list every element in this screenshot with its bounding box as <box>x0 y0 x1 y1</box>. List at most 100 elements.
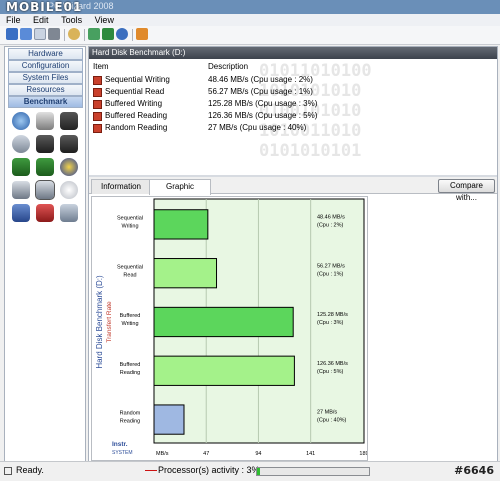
l2-cache-icon[interactable] <box>60 135 78 153</box>
status-bar: Ready. Processor(s) activity : 3% #6646 <box>0 461 500 481</box>
x-tick-label: 47 <box>203 451 209 457</box>
data-label: 125.28 MB/s <box>317 312 348 318</box>
tab-information[interactable]: Information <box>91 179 151 194</box>
hardware-icon[interactable] <box>88 28 100 40</box>
item-name: Sequential Writing <box>105 75 170 84</box>
bar <box>153 404 185 435</box>
cache-icon[interactable] <box>12 135 30 153</box>
data-label: (Cpu : 40%) <box>317 418 347 424</box>
nav-resources[interactable]: Resources <box>8 84 83 96</box>
cdrom-icon[interactable] <box>60 181 78 199</box>
refresh-icon[interactable] <box>102 28 114 40</box>
watermark: #6646 <box>454 464 494 477</box>
menu-tools[interactable]: Tools <box>61 14 82 26</box>
data-label: 56.27 MB/s <box>317 263 345 269</box>
category-label: Buffered <box>120 313 141 319</box>
menu-bar: File Edit Tools View <box>0 14 500 26</box>
main-panel: Hard Disk Benchmark (D:) 01011010100 1010… <box>88 46 498 462</box>
bar <box>153 258 218 289</box>
item-description: 125.28 MB/s (Cpu usage : 3%) <box>208 99 318 108</box>
memory-icon[interactable] <box>36 158 54 176</box>
l1-cache-icon[interactable] <box>36 135 54 153</box>
category-label: Reading <box>120 370 141 376</box>
help-icon[interactable] <box>116 28 128 40</box>
chart-svg: Sequential Writing 48.46 MB/s (Cpu : 2%) Seq… <box>95 198 369 457</box>
column-header-description: Description <box>208 62 249 71</box>
benchmark-item-icon <box>93 76 102 85</box>
brand-sublabel: SYSTEM <box>112 450 133 456</box>
cpu-benchmark-icon[interactable] <box>12 112 30 130</box>
category-label: Writing <box>121 321 138 327</box>
item-description: 27 MB/s (Cpu usage : 40%) <box>208 123 307 132</box>
bar <box>153 355 295 386</box>
category-label: Buffered <box>120 362 141 368</box>
category-label: Writing <box>121 223 138 229</box>
x-tick-label: 141 <box>306 451 315 457</box>
item-name: Random Reading <box>105 123 168 132</box>
copy-icon[interactable] <box>34 28 46 40</box>
toolbar <box>0 26 500 45</box>
search-icon[interactable] <box>68 28 80 40</box>
menu-edit[interactable]: Edit <box>33 14 49 26</box>
data-label: (Cpu : 3%) <box>317 320 343 326</box>
menu-view[interactable]: View <box>95 14 114 26</box>
logo: MOBILE01 <box>6 0 83 14</box>
panel-header: Hard Disk Benchmark (D:) <box>89 47 497 59</box>
category-label: Reading <box>120 419 141 425</box>
print-icon[interactable] <box>48 28 60 40</box>
video-icon[interactable] <box>60 158 78 176</box>
category-label: Sequential <box>117 264 143 270</box>
mp3-icon[interactable] <box>36 204 54 222</box>
processor-activity-icon <box>145 470 157 471</box>
toolbar-separator <box>64 29 65 41</box>
item-name: Buffered Reading <box>105 111 168 120</box>
category-label: Read <box>123 272 136 278</box>
item-name: Sequential Read <box>105 87 165 96</box>
data-label: (Cpu : 2%) <box>317 223 343 229</box>
category-label: Random <box>120 411 141 417</box>
benchmark-item-icon <box>93 100 102 109</box>
hard-disk-icon[interactable] <box>12 181 30 199</box>
tab-graphic[interactable]: Graphic <box>149 179 211 195</box>
toolbar-separator <box>132 29 133 41</box>
y-axis-label: Transfert Rate <box>106 301 113 343</box>
save-icon[interactable] <box>6 28 18 40</box>
bar <box>153 209 209 240</box>
compare-with-button[interactable]: Compare with... <box>438 179 495 202</box>
benchmark-item-icon <box>93 112 102 121</box>
category-label: Sequential <box>117 215 143 221</box>
item-description: 126.36 MB/s (Cpu usage : 5%) <box>208 111 318 120</box>
item-name: Buffered Writing <box>105 99 163 108</box>
item-description: 48.46 MB/s (Cpu usage : 2%) <box>208 75 313 84</box>
nav-configuration[interactable]: Configuration <box>8 60 83 72</box>
hard-disk-selected-icon[interactable] <box>35 180 55 200</box>
panel-title: Hard Disk Benchmark (D:) <box>92 48 186 57</box>
tab-strip: Information Graphic Compare with... <box>89 177 497 202</box>
data-label: (Cpu : 1%) <box>317 271 343 277</box>
status-ready: Ready. <box>16 465 44 475</box>
compression-icon[interactable] <box>60 204 78 222</box>
drive-benchmark-icon[interactable] <box>36 112 54 130</box>
processor-activity-label: Processor(s) activity : 3% <box>158 465 260 475</box>
home-icon[interactable] <box>136 28 148 40</box>
x-tick-label: MB/s <box>156 451 169 457</box>
bar <box>153 306 294 338</box>
left-panel: Hardware Configuration System Files Reso… <box>4 46 86 462</box>
benchmark-item-icon <box>93 88 102 97</box>
save-all-icon[interactable] <box>20 28 32 40</box>
data-label: (Cpu : 5%) <box>317 369 343 375</box>
benchmark-chart: Sequential Writing 48.46 MB/s (Cpu : 2%) Seq… <box>91 196 369 461</box>
item-description: 56.27 MB/s (Cpu usage : 1%) <box>208 87 313 96</box>
ram-icon[interactable] <box>12 158 30 176</box>
processor-activity-fill <box>257 468 261 475</box>
data-label: 48.46 MB/s <box>317 215 345 221</box>
data-label: 27 MB/s <box>317 410 337 416</box>
nav-benchmark[interactable]: Benchmark <box>8 96 83 108</box>
title-bar: PC Wizard 2008 MOBILE01 <box>0 0 500 14</box>
nav-hardware[interactable]: Hardware <box>8 48 83 60</box>
nav-system-files[interactable]: System Files <box>8 72 83 84</box>
disk-write-icon[interactable] <box>60 112 78 130</box>
network-icon[interactable] <box>12 204 30 222</box>
menu-file[interactable]: File <box>6 14 21 26</box>
x-tick-label: 189 <box>359 451 367 457</box>
